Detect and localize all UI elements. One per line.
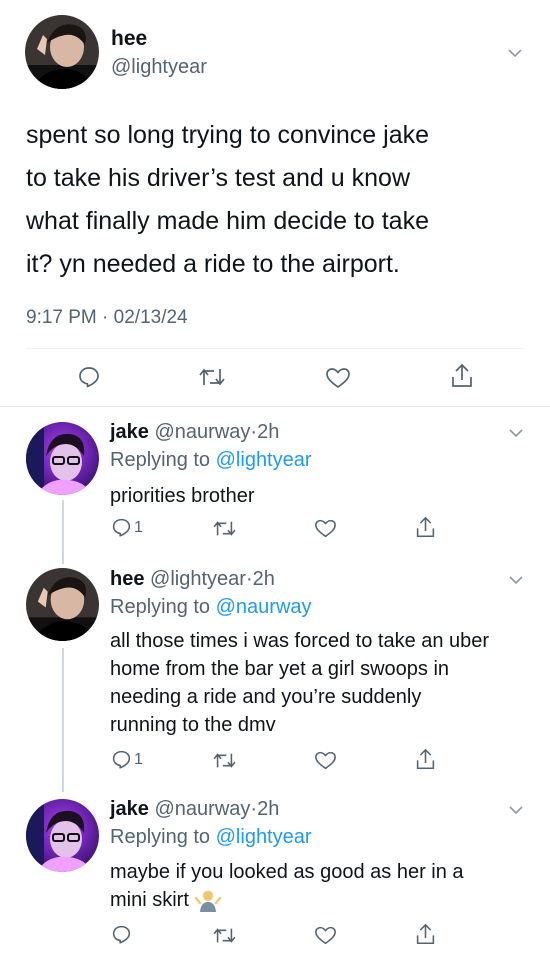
- retweet-button[interactable]: [213, 926, 236, 945]
- share-icon: [416, 516, 435, 538]
- tweet-timestamp[interactable]: 9:17 PM · 02/13/24: [26, 307, 188, 329]
- reply-text-line-wrap: mini skirt: [110, 886, 530, 914]
- share-button[interactable]: [450, 363, 474, 389]
- reply-text-line: maybe if you looked as good as her in a: [110, 861, 464, 883]
- reply-button[interactable]: 1: [111, 517, 143, 538]
- retweet-button[interactable]: [199, 366, 225, 388]
- replying-to-handle[interactable]: @lightyear: [216, 449, 312, 471]
- reply-count: 1: [134, 750, 143, 768]
- reply-icon: [112, 750, 131, 769]
- author-handle[interactable]: @naurway: [155, 798, 251, 820]
- replying-to: Replying to @lightyear: [110, 449, 312, 472]
- replying-to: Replying to @naurway: [110, 596, 312, 619]
- author-name[interactable]: hee: [111, 27, 147, 51]
- replying-to-handle[interactable]: @naurway: [216, 596, 312, 618]
- person-shrugging-emoji-icon: [194, 891, 221, 912]
- reply-button[interactable]: 1: [111, 749, 143, 770]
- share-icon: [416, 748, 435, 770]
- retweet-icon: [213, 521, 236, 536]
- heart-icon: [326, 368, 350, 388]
- chevron-down-icon[interactable]: [507, 571, 525, 589]
- reply-button[interactable]: [77, 365, 101, 389]
- like-button[interactable]: [314, 925, 337, 946]
- reply-text: maybe if you looked as good as her in a …: [110, 858, 530, 914]
- thread-line: [62, 648, 64, 792]
- heart-icon: [315, 751, 336, 770]
- reply-text-line: running to the dmv: [110, 714, 276, 736]
- chevron-down-icon[interactable]: [506, 44, 524, 62]
- reply-header: hee @lightyear·2h: [110, 568, 275, 591]
- reply-text-line: all those times i was forced to take an …: [110, 630, 490, 652]
- reply-text: priorities brother: [110, 482, 255, 511]
- retweet-button[interactable]: [213, 751, 236, 770]
- tweet-text: spent so long trying to convince jake to…: [26, 114, 526, 286]
- tweet-text-line: it? yn needed a ride to the airport.: [26, 250, 400, 278]
- reply-button[interactable]: [111, 924, 134, 945]
- reply-header: jake @naurway·2h: [110, 798, 279, 821]
- like-button[interactable]: [314, 518, 337, 539]
- divider: [0, 406, 550, 407]
- reply-text-line: needing a ride and you’re suddenly: [110, 686, 422, 708]
- replying-to-label: Replying to: [110, 449, 211, 471]
- reply-header: jake @naurway·2h: [110, 421, 279, 444]
- author-handle[interactable]: @lightyear: [150, 568, 246, 590]
- replying-to-handle[interactable]: @lightyear: [216, 826, 312, 848]
- reply-text-line: home from the bar yet a girl swoops in: [110, 658, 450, 680]
- chevron-down-icon[interactable]: [507, 801, 525, 819]
- reply-icon: [112, 518, 131, 537]
- thread-line: [62, 500, 64, 564]
- share-button[interactable]: [415, 748, 436, 771]
- chevron-down-icon[interactable]: [507, 424, 525, 442]
- author-name[interactable]: jake: [110, 798, 149, 820]
- author-name[interactable]: jake: [110, 421, 149, 443]
- tweet-age[interactable]: 2h: [257, 421, 279, 443]
- reply-text-line: priorities brother: [110, 485, 255, 507]
- share-icon: [452, 363, 472, 387]
- tweet-text-line: spent so long trying to convince jake: [26, 121, 430, 149]
- reply-icon: [112, 925, 131, 944]
- share-icon: [416, 923, 435, 945]
- heart-icon: [315, 926, 336, 945]
- tweet-age[interactable]: 2h: [257, 798, 279, 820]
- replying-to: Replying to @lightyear: [110, 826, 312, 849]
- tweet-text-line: to take his driver’s test and u know: [26, 164, 410, 192]
- author-name[interactable]: hee: [110, 568, 144, 590]
- tweet-time: 9:17 PM: [26, 307, 97, 328]
- author-handle[interactable]: @naurway: [155, 421, 251, 443]
- tweet-text-line: what finally made him decide to take: [26, 207, 429, 235]
- retweet-icon: [213, 928, 236, 943]
- tweet-date: 02/13/24: [113, 307, 188, 328]
- share-button[interactable]: [415, 923, 436, 946]
- avatar[interactable]: [26, 422, 99, 495]
- reply-icon: [79, 367, 99, 388]
- like-button[interactable]: [325, 366, 351, 390]
- heart-icon: [315, 519, 336, 538]
- retweet-button[interactable]: [213, 519, 236, 538]
- retweet-icon: [199, 368, 225, 386]
- author-handle[interactable]: @lightyear: [111, 56, 207, 79]
- like-button[interactable]: [314, 750, 337, 771]
- reply-count: 1: [134, 518, 143, 536]
- avatar[interactable]: [26, 799, 99, 872]
- replying-to-label: Replying to: [110, 596, 211, 618]
- avatar[interactable]: [25, 15, 99, 89]
- share-button[interactable]: [415, 516, 436, 539]
- avatar[interactable]: [26, 568, 99, 641]
- separator-dot: ·: [245, 568, 253, 590]
- separator-dot: ·: [102, 307, 109, 328]
- divider: [26, 348, 524, 349]
- reply-text-line: mini skirt: [110, 889, 189, 911]
- reply-text: all those times i was forced to take an …: [110, 627, 530, 739]
- replying-to-label: Replying to: [110, 826, 211, 848]
- retweet-icon: [213, 753, 236, 768]
- tweet-age[interactable]: 2h: [253, 568, 275, 590]
